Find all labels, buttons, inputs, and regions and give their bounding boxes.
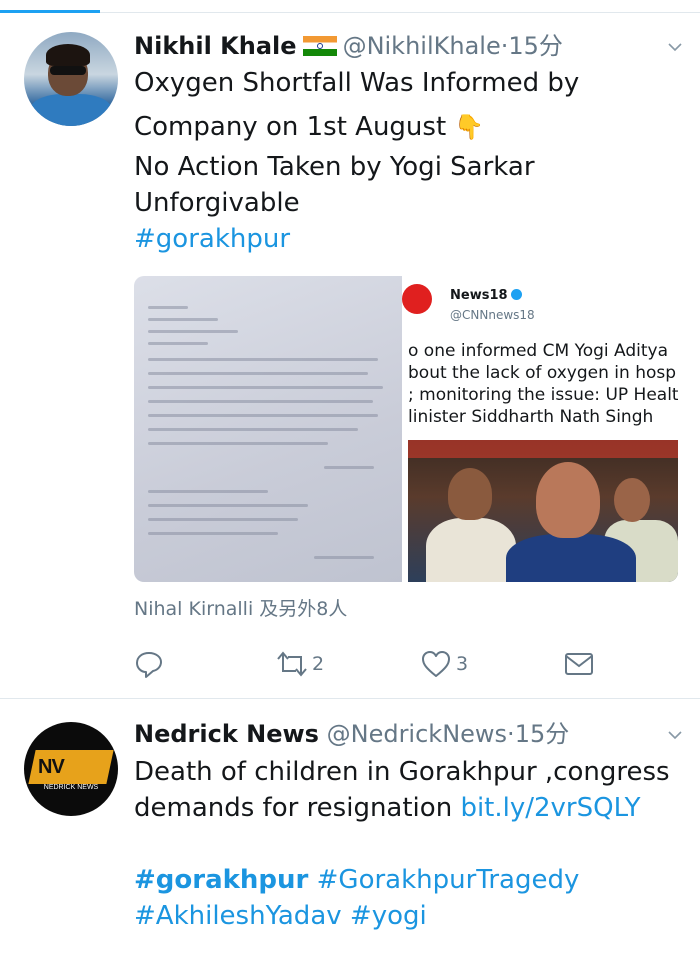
direct-message-button[interactable] <box>564 648 594 680</box>
envelope-icon <box>565 653 593 675</box>
hashtag-link[interactable]: #gorakhpur <box>134 221 686 257</box>
tweet[interactable]: Nikhil Khale @NikhilKhale·15分 Oxygen Shor… <box>0 12 700 699</box>
heart-icon <box>422 651 450 677</box>
news18-logo-icon <box>402 284 432 314</box>
text-line-2: demands for resignation bit.ly/2vrSQLY <box>134 790 686 826</box>
url-link[interactable]: bit.ly/2vrSQLY <box>460 793 640 823</box>
chevron-down-icon[interactable] <box>668 728 682 742</box>
avatar[interactable] <box>24 32 118 126</box>
tweet-text: Oxygen Shortfall Was Informed by Company… <box>134 65 686 257</box>
chevron-down-icon[interactable] <box>668 40 682 54</box>
text-line: demands for resignation <box>134 793 453 823</box>
india-flag-icon <box>302 36 337 56</box>
timestamp[interactable]: 15分 <box>508 32 563 60</box>
like-button[interactable]: 3 <box>420 648 468 680</box>
text-line: No Action Taken by Yogi Sarkar <box>134 152 535 182</box>
hashtag-link[interactable]: #yogi <box>350 901 427 931</box>
dot-separator: · <box>507 720 515 748</box>
reply-icon <box>136 652 162 678</box>
embedded-news-card[interactable]: News18 @CNNnews18 o one informed CM Yogi… <box>402 276 678 582</box>
retweet-count: 2 <box>312 653 325 675</box>
text-line: Oxygen Shortfall Was Informed by <box>134 68 580 98</box>
news-card-name-text: News18 <box>450 288 508 303</box>
text-line: o one informed CM Yogi Aditya <box>408 341 669 361</box>
retweet-button[interactable]: 2 <box>274 648 324 680</box>
tweet[interactable]: NV NEDRICK NEWS Nedrick News @NedrickNew… <box>0 700 700 955</box>
user-handle[interactable]: @NedrickNews <box>327 720 507 748</box>
news-card-name: News18 <box>450 288 522 303</box>
timestamp[interactable]: 15分 <box>515 720 570 748</box>
hashtag-line: #AkhileshYadav #yogi <box>134 898 686 934</box>
tweet-header: Nikhil Khale @NikhilKhale·15分 <box>134 30 563 62</box>
hashtag-link[interactable]: #gorakhpur <box>134 865 308 895</box>
tweet-text: Death of children in Gorakhpur ,congress… <box>134 754 686 934</box>
avatar-caption: NEDRICK NEWS <box>43 784 99 791</box>
text-line: Death of children in Gorakhpur ,congress <box>134 757 670 787</box>
avatar-logo-text: NV <box>38 756 65 778</box>
display-name[interactable]: Nedrick News <box>134 720 319 748</box>
tweet-header: Nedrick News @NedrickNews·15分 <box>134 718 569 750</box>
hashtag-link[interactable]: #GorakhpurTragedy <box>317 865 580 895</box>
tweet-actions: 2 3 <box>134 648 594 680</box>
reply-button[interactable] <box>134 648 164 680</box>
hashtag-link[interactable]: #AkhileshYadav <box>134 901 342 931</box>
verified-icon <box>510 289 522 300</box>
media-grid[interactable]: News18 @CNNnews18 o one informed CM Yogi… <box>134 276 678 582</box>
hashtag-line: #gorakhpur #GorakhpurTragedy <box>134 862 686 898</box>
text-line-2: Company on 1st August 👇 <box>134 109 686 149</box>
text-line: ; monitoring the issue: UP Healt <box>408 385 678 405</box>
text-line: linister Siddharth Nath Singh <box>408 407 654 427</box>
news-card-header: News18 @CNNnews18 o one informed CM Yogi… <box>402 276 678 440</box>
document-photo[interactable] <box>134 276 402 582</box>
text-line: Company on 1st August <box>134 112 447 142</box>
news-card-text: o one informed CM Yogi Aditya bout the l… <box>408 340 678 428</box>
like-count: 3 <box>456 653 469 675</box>
text-line: bout the lack of oxygen in hosp <box>408 363 677 383</box>
news-photo <box>408 440 678 582</box>
pointing-down-emoji: 👇 <box>454 113 485 141</box>
retweet-icon <box>277 651 307 677</box>
tagged-users[interactable]: Nihal Kirnalli 及另外8人 <box>134 594 347 621</box>
avatar[interactable]: NV NEDRICK NEWS <box>24 722 118 816</box>
text-line: Unforgivable <box>134 188 300 218</box>
user-handle[interactable]: @NikhilKhale <box>343 32 501 60</box>
display-name[interactable]: Nikhil Khale <box>134 32 297 60</box>
news-card-handle: @CNNnews18 <box>450 308 535 322</box>
